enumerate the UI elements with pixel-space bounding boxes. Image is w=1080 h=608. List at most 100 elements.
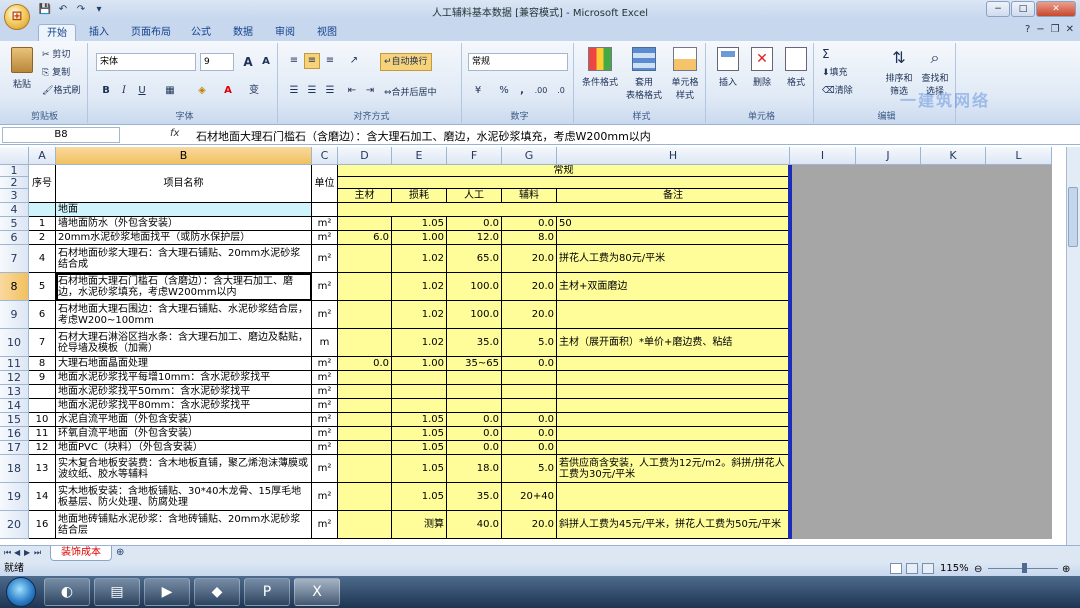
tab-home[interactable]: 开始 [38,24,76,42]
taskbar-player-icon[interactable]: ◆ [194,578,240,606]
cell-f14[interactable] [447,399,502,413]
name-box[interactable]: B8 [2,127,120,143]
page-layout-view-icon[interactable] [906,563,918,574]
cell-d7[interactable] [338,245,392,273]
cell-g20[interactable]: 20.0 [502,511,557,539]
cell-h11[interactable] [557,357,790,371]
cell-d14[interactable] [338,399,392,413]
cell-h9[interactable] [557,301,790,329]
cell-e19[interactable]: 1.05 [392,483,447,511]
tab-data[interactable]: 数据 [228,24,258,42]
cell-c5[interactable]: m² [312,217,338,231]
cell-e11[interactable]: 1.00 [392,357,447,371]
cell-c16[interactable]: m² [312,427,338,441]
doc-close-icon[interactable]: ✕ [1066,24,1074,35]
cell-c4[interactable] [312,203,338,217]
fx-icon[interactable]: fx [170,128,179,139]
cell-e18[interactable]: 1.05 [392,455,447,483]
cell-d12[interactable] [338,371,392,385]
cell-styles-button[interactable]: 单元格 样式 [666,47,704,101]
delete-cells-button[interactable]: ✕ 删除 [746,47,778,88]
cell-g14[interactable] [502,399,557,413]
header-aux[interactable]: 辅料 [502,189,557,203]
fill-color-icon[interactable]: ◈ [194,83,210,99]
cell-d15[interactable] [338,413,392,427]
underline-button[interactable]: U [134,83,150,99]
phonetic-icon[interactable]: 变 [246,83,262,99]
format-as-table-button[interactable]: 套用 表格格式 [624,47,664,101]
close-button[interactable]: ✕ [1036,1,1076,17]
cell-b7[interactable]: 石材地面砂浆大理石：含大理石铺贴、20mm水泥砂浆结合成 [56,245,312,273]
header-labor[interactable]: 人工 [447,189,502,203]
cell-d19[interactable] [338,483,392,511]
cell-g16[interactable]: 0.0 [502,427,557,441]
cell-f5[interactable]: 0.0 [447,217,502,231]
row-header-5[interactable]: 5 [0,217,29,231]
cell-c9[interactable]: m² [312,301,338,329]
insert-cells-button[interactable]: 插入 [712,47,744,88]
page-break-view-icon[interactable] [922,563,934,574]
cell-g8[interactable]: 20.0 [502,273,557,301]
italic-button[interactable]: I [116,83,132,99]
cell-a7[interactable]: 4 [29,245,56,273]
clear-button[interactable]: ⌫清除 [822,83,853,96]
cell-c18[interactable]: m² [312,455,338,483]
autosum-button[interactable]: Σ [822,47,830,61]
cell-f12[interactable] [447,371,502,385]
row-header-17[interactable]: 17 [0,441,29,455]
orientation-icon[interactable]: ↗ [346,53,362,69]
cell-b11[interactable]: 大理石地面晶面处理 [56,357,312,371]
conditional-format-button[interactable]: 条件格式 [580,47,620,88]
cell-h12[interactable] [557,371,790,385]
taskbar-powerpoint-icon[interactable]: P [244,578,290,606]
cell-g18[interactable]: 5.0 [502,455,557,483]
format-cells-button[interactable]: 格式 [780,47,812,88]
increase-decimal-button[interactable]: .00 [532,83,550,99]
header-loss[interactable]: 损耗 [392,189,447,203]
font-color-icon[interactable]: A [220,83,236,99]
header-name[interactable]: 项目名称 [56,165,312,203]
column-header-l[interactable]: L [986,147,1052,165]
cell-d18[interactable] [338,455,392,483]
column-header-c[interactable]: C [312,147,338,165]
cell-h6[interactable] [557,231,790,245]
shrink-font-button[interactable]: A [258,54,274,70]
zoom-level[interactable]: 115% [940,561,969,576]
maximize-button[interactable]: □ [1011,1,1035,17]
zoom-in-icon[interactable]: ⊕ [1062,562,1070,577]
cell-c12[interactable]: m² [312,371,338,385]
cell-h20[interactable]: 斜拼人工费为45元/平米，拼花人工费为50元/平米 [557,511,790,539]
taskbar-folder-icon[interactable]: ▤ [94,578,140,606]
cell-a20[interactable]: 16 [29,511,56,539]
taskbar-media-icon[interactable]: ▶ [144,578,190,606]
next-sheet-icon[interactable]: ▶ [24,548,30,557]
cell-c20[interactable]: m² [312,511,338,539]
column-header-j[interactable]: J [856,147,921,165]
cell-f18[interactable]: 18.0 [447,455,502,483]
tab-formulas[interactable]: 公式 [186,24,216,42]
cell-e20[interactable]: 测算 [392,511,447,539]
cell-b17[interactable]: 地面PVC（块料）（外包含安装） [56,441,312,455]
cut-button[interactable]: ✂ 剪切 [42,47,70,60]
copy-button[interactable]: ⎘ 复制 [42,65,70,78]
cell-b10[interactable]: 石材大理石淋浴区挡水条：含大理石加工、磨边及黏贴，砼导墙及模板（加需） [56,329,312,357]
cell-f11[interactable]: 35~65 [447,357,502,371]
cell-h13[interactable] [557,385,790,399]
merge-center-button[interactable]: ⇔合并后居中 [384,85,437,98]
cell-b18[interactable]: 实木复合地板安装费：含木地板直铺，聚乙烯泡沫薄膜或波纹纸、胶水等辅料 [56,455,312,483]
row-header-14[interactable]: 14 [0,399,29,413]
cell-e9[interactable]: 1.02 [392,301,447,329]
cell-d17[interactable] [338,441,392,455]
cell-a17[interactable]: 12 [29,441,56,455]
cell-e7[interactable]: 1.02 [392,245,447,273]
cell-a9[interactable]: 6 [29,301,56,329]
cell-f20[interactable]: 40.0 [447,511,502,539]
cell-e16[interactable]: 1.05 [392,427,447,441]
cell-f17[interactable]: 0.0 [447,441,502,455]
cell-b5[interactable]: 墙地面防水（外包含安装） [56,217,312,231]
cell-f16[interactable]: 0.0 [447,427,502,441]
cell-g11[interactable]: 0.0 [502,357,557,371]
column-header-b[interactable]: B [56,147,312,165]
align-center-icon[interactable]: ☰ [304,83,320,99]
cell-b6[interactable]: 20mm水泥砂浆地面找平（或防水保护层） [56,231,312,245]
